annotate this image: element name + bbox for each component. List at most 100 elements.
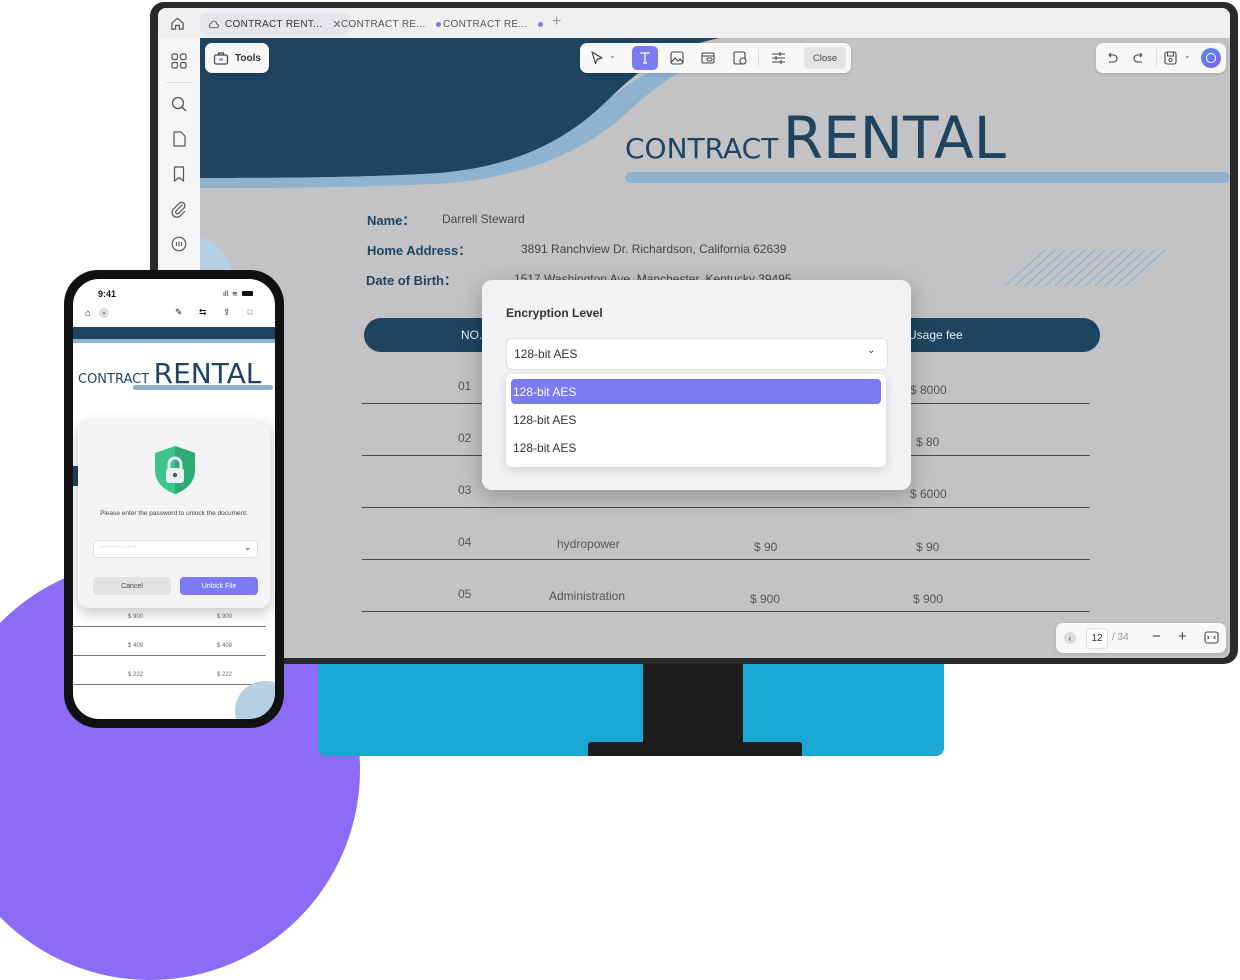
attachment-icon[interactable]: [170, 200, 188, 218]
thumbnails-icon[interactable]: [170, 52, 188, 70]
selected-value: 128-bit AES: [514, 347, 578, 361]
save-icon[interactable]: [1164, 51, 1177, 65]
option-128-bit-aes-2[interactable]: 128-bit AES: [511, 408, 881, 432]
ai-assistant-icon[interactable]: [1201, 48, 1221, 68]
signal-icon: ıll: [223, 291, 229, 298]
lock-shield-icon: [155, 446, 195, 494]
undo-icon[interactable]: [1105, 52, 1118, 64]
comment-icon[interactable]: [170, 235, 188, 253]
rail-divider: [166, 82, 192, 83]
row-price: $ 90: [754, 540, 778, 554]
row-fee: $ 6000: [910, 487, 947, 501]
settings-sliders-icon[interactable]: [771, 51, 786, 65]
name-label: Name：: [367, 213, 416, 228]
document-title-big: RENTAL: [782, 104, 1006, 172]
dob-label: Date of Birth：: [366, 273, 458, 288]
phone-home-icon[interactable]: ⌂: [85, 308, 91, 319]
row-fee: $ 90: [916, 540, 940, 554]
tab-label: CONTRACT RE...: [341, 18, 426, 30]
phone-corner-shape: [235, 681, 275, 719]
phone-frame: 9:41 ıll ≋ ⌂ ⌄ ✎ ⇆ ⇪ ⧉ CONTRACT RENTAL $…: [64, 270, 284, 728]
tab-contract-rental-3[interactable]: CONTRACT RE...: [443, 13, 543, 35]
row-no: 04: [458, 535, 472, 549]
fit-page-icon[interactable]: [1204, 631, 1219, 644]
search-icon[interactable]: [170, 95, 188, 113]
tab-contract-rental-2[interactable]: CONTRACT RE...: [341, 13, 441, 35]
monitor-stand-neck: [643, 660, 743, 746]
unlock-dialog: Please enter the password to unlock the …: [78, 422, 270, 608]
row-divider: [362, 559, 1090, 560]
row-no: 03: [458, 483, 472, 497]
battery-icon: [241, 291, 253, 296]
option-128-bit-aes-1[interactable]: 128-bit AES: [511, 379, 881, 404]
document-title-small: CONTRACT: [625, 132, 779, 165]
home-icon[interactable]: [170, 16, 185, 31]
address-value: 3891 Ranchview Dr. Richardson, Californi…: [521, 242, 787, 256]
option-128-bit-aes-3[interactable]: 128-bit AES: [511, 436, 881, 460]
page-total: / 34: [1112, 632, 1129, 643]
row-no: 01: [458, 379, 472, 393]
new-tab-plus-icon[interactable]: +: [552, 13, 561, 31]
row-item: hydropower: [557, 537, 620, 551]
tools-button[interactable]: Tools: [205, 43, 269, 73]
page-navigator: ‹ 12 / 34 − +: [1056, 623, 1226, 653]
phone-row-b: $ 900: [217, 614, 233, 620]
row-fee: $ 900: [913, 592, 944, 606]
phone-row-divider: [73, 626, 266, 627]
address-label: Home Address：: [367, 243, 472, 258]
phone-row-b: $ 409: [217, 643, 233, 649]
image-tool-icon[interactable]: [670, 51, 684, 65]
close-button[interactable]: Close: [804, 47, 846, 69]
phone-translate-icon[interactable]: ⇆: [199, 307, 207, 318]
text-tool-button[interactable]: [632, 46, 658, 70]
row-price: $ 900: [750, 592, 781, 606]
encryption-dialog: Encryption Level 128-bit AES ⌄ 128-bit A…: [482, 280, 911, 490]
background-blue-panel: [318, 650, 944, 756]
tools-label: Tools: [235, 52, 261, 64]
unlock-file-button[interactable]: Unlock File: [180, 577, 258, 595]
form-tool-icon[interactable]: [733, 51, 747, 65]
chevron-down-icon: ⌄: [244, 542, 252, 552]
wifi-icon: ≋: [232, 291, 238, 298]
tab-bar: CONTRACT RENT... ✕ CONTRACT RE... CONTRA…: [158, 8, 1230, 39]
row-divider: [362, 611, 1090, 612]
row-item: Administration: [549, 589, 626, 603]
toolbar-divider: [1156, 49, 1157, 67]
tab-label: CONTRACT RENT...: [225, 18, 323, 30]
ai-assistant-ring: [1206, 53, 1216, 63]
previous-page-icon[interactable]: ‹: [1064, 632, 1076, 644]
row-fee: $ 8000: [910, 383, 947, 397]
redo-icon[interactable]: [1133, 52, 1146, 64]
unlock-message: Please enter the password to unlock the …: [100, 510, 248, 517]
phone-row-a: $ 222: [128, 672, 144, 678]
zoom-in-icon[interactable]: +: [1178, 628, 1187, 645]
chevron-down-icon[interactable]: ⌄: [1184, 51, 1191, 60]
zoom-out-icon[interactable]: −: [1152, 628, 1161, 645]
cloud-icon: [208, 20, 219, 28]
cancel-button[interactable]: Cancel: [93, 577, 171, 595]
chevron-down-icon: ⌄: [867, 345, 876, 356]
link-tool-icon[interactable]: [701, 51, 715, 65]
right-toolbar: ⌄: [1096, 43, 1226, 73]
phone-screen: 9:41 ıll ≋ ⌂ ⌄ ✎ ⇆ ⇪ ⧉ CONTRACT RENTAL $…: [73, 279, 275, 719]
phone-copy-icon[interactable]: ⧉: [247, 307, 253, 318]
password-input[interactable]: •••••••••••• ⌄: [93, 540, 258, 558]
status-icons: ıll ≋: [223, 290, 253, 298]
toolbox-icon: [213, 52, 229, 65]
select-arrow-icon[interactable]: [590, 51, 604, 65]
text-tool-icon: [640, 52, 650, 64]
phone-title-underline: [133, 385, 273, 390]
phone-pen-icon[interactable]: ✎: [175, 307, 183, 318]
page-number-input[interactable]: 12: [1086, 628, 1108, 649]
tab-contract-rental-1[interactable]: CONTRACT RENT... ✕: [200, 13, 350, 35]
phone-chevron-down-icon[interactable]: ⌄: [99, 308, 109, 318]
option-label: 128-bit AES: [513, 385, 577, 399]
bookmark-icon[interactable]: [170, 165, 188, 183]
chevron-down-icon[interactable]: ⌄: [609, 51, 616, 60]
row-no: 02: [458, 431, 472, 445]
tab-label: CONTRACT RE...: [443, 18, 528, 30]
name-value: Darrell Steward: [442, 212, 525, 226]
phone-share-icon[interactable]: ⇪: [223, 307, 231, 318]
encryption-level-select[interactable]: 128-bit AES ⌄: [506, 338, 888, 370]
page-icon[interactable]: [170, 130, 188, 148]
